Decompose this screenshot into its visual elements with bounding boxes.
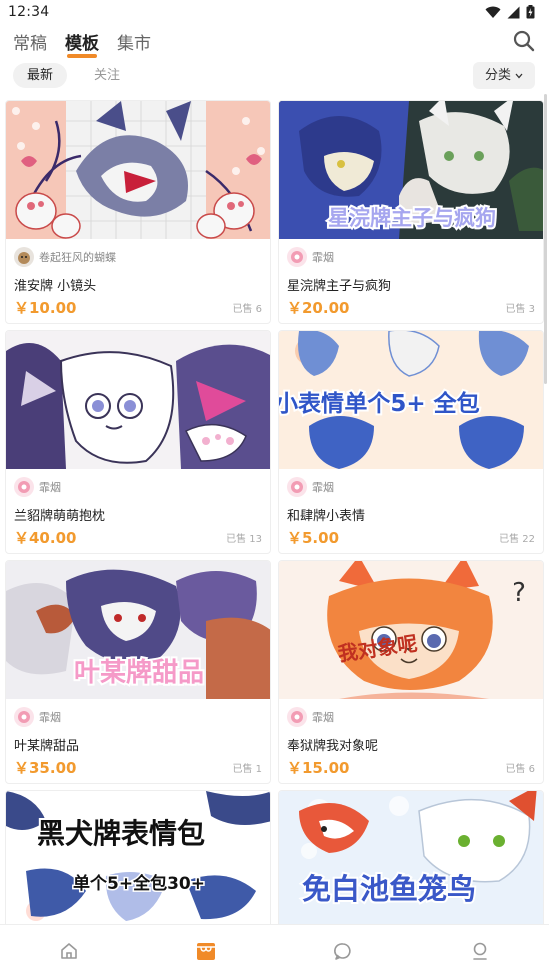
avatar: [287, 477, 307, 497]
author-row[interactable]: 霏烟: [287, 477, 334, 497]
home-icon: [60, 942, 77, 959]
card-overlay-text: 叶某牌甜品: [74, 657, 204, 688]
card-image: 叶某牌甜品: [6, 561, 270, 699]
author-name: 霏烟: [39, 481, 61, 494]
tab-market[interactable]: 集市: [117, 29, 151, 54]
card-sold-count: 已售 22: [499, 534, 535, 545]
card-image: [6, 101, 270, 239]
search-icon[interactable]: [511, 28, 537, 54]
avatar: [14, 247, 34, 267]
author-name: 霏烟: [312, 711, 334, 724]
card-overlay-text: 黑犬牌表情包: [37, 817, 205, 850]
chevron-down-icon: [515, 73, 523, 78]
template-card[interactable]: 卷起狂风的蝴蝶 淮安牌 小镜头 ￥10.00 已售 6: [5, 100, 271, 324]
card-sold-count: 已售 6: [505, 764, 535, 775]
question-mark: ?: [512, 578, 526, 608]
template-card[interactable]: 霏烟 兰貂牌萌萌抱枕 ￥40.00 已售 13: [5, 330, 271, 554]
scrollbar[interactable]: [544, 94, 547, 384]
tab-template[interactable]: 模板: [65, 29, 99, 58]
avatar: [287, 707, 307, 727]
wifi-icon: [485, 6, 501, 18]
card-title: 兰貂牌萌萌抱枕: [14, 509, 106, 524]
shop-icon: [196, 942, 215, 960]
nav-home[interactable]: [0, 925, 137, 976]
card-image: 黑犬牌表情包 单个5+全包30+: [6, 791, 270, 924]
author-name: 霏烟: [312, 481, 334, 494]
card-price: ￥5.00: [287, 529, 340, 547]
template-card[interactable]: 免白池鱼笼鸟: [278, 790, 544, 924]
card-price: ￥15.00: [287, 759, 350, 777]
nav-profile[interactable]: [412, 925, 549, 976]
author-name: 卷起狂风的蝴蝶: [39, 251, 116, 264]
card-overlay-text: 免白池鱼笼鸟: [302, 872, 476, 906]
template-grid: 卷起狂风的蝴蝶 淮安牌 小镜头 ￥10.00 已售 6 星浣牌主子与疯狗 霏烟 …: [5, 100, 545, 924]
avatar: [14, 707, 34, 727]
avatar: [287, 247, 307, 267]
template-card[interactable]: 单个5+ 全包 小表情 霏烟 和肆牌小表情 ￥5.00 已售 22: [278, 330, 544, 554]
author-row[interactable]: 霏烟: [287, 707, 334, 727]
card-sold-count: 已售 6: [232, 304, 262, 315]
signal-icon: [507, 6, 520, 18]
card-overlay-subtext: 单个5+全包30+: [73, 873, 205, 894]
battery-icon: [526, 5, 535, 19]
author-row[interactable]: 霏烟: [14, 707, 61, 727]
message-icon: [334, 942, 351, 960]
overlay-fragment: 小表情: [279, 391, 344, 417]
nav-message[interactable]: [275, 925, 412, 976]
template-card[interactable]: ? 我对象呢 霏烟 奉狱牌我对象呢 ￥15.00 已售 6: [278, 560, 544, 784]
card-price: ￥40.00: [14, 529, 77, 547]
card-title: 和肆牌小表情: [287, 509, 366, 524]
card-title: 奉狱牌我对象呢: [287, 739, 379, 754]
card-title: 叶某牌甜品: [14, 739, 80, 754]
card-image: 星浣牌主子与疯狗: [279, 101, 543, 239]
filter-follow[interactable]: 关注: [80, 63, 134, 88]
card-price: ￥10.00: [14, 299, 77, 317]
card-image: 免白池鱼笼鸟: [279, 791, 543, 924]
sort-label: 分类: [484, 68, 511, 83]
card-price: ￥35.00: [14, 759, 77, 777]
card-sold-count: 已售 13: [226, 534, 262, 545]
status-icons: [485, 5, 535, 19]
author-name: 霏烟: [39, 711, 61, 724]
card-overlay-text: 单个5+ 全包: [344, 390, 479, 417]
status-time: 12:34: [8, 4, 50, 20]
card-title: 淮安牌 小镜头: [14, 279, 97, 294]
profile-icon: [473, 942, 488, 960]
filter-latest[interactable]: 最新: [13, 63, 68, 88]
card-overlay-text: 星浣牌主子与疯狗: [328, 206, 496, 230]
template-card[interactable]: 黑犬牌表情包 单个5+全包30+: [5, 790, 271, 924]
card-sold-count: 已售 3: [505, 304, 535, 315]
card-price: ￥20.00: [287, 299, 350, 317]
card-image: [6, 331, 270, 469]
avatar: [14, 477, 34, 497]
status-bar: 12:34: [0, 0, 549, 24]
author-row[interactable]: 霏烟: [14, 477, 61, 497]
card-sold-count: 已售 1: [232, 764, 262, 775]
author-row[interactable]: 霏烟: [287, 247, 334, 267]
template-card[interactable]: 叶某牌甜品 霏烟 叶某牌甜品 ￥35.00 已售 1: [5, 560, 271, 784]
bottom-nav: [0, 924, 549, 976]
sort-dropdown[interactable]: 分类: [472, 62, 535, 89]
author-row[interactable]: 卷起狂风的蝴蝶: [14, 247, 116, 267]
author-name: 霏烟: [312, 251, 334, 264]
nav-shop[interactable]: [137, 925, 274, 976]
card-image: 单个5+ 全包 小表情: [279, 331, 543, 469]
tab-draft[interactable]: 常稿: [13, 29, 47, 54]
filter-row: 最新 关注 分类: [0, 62, 549, 90]
card-image: ? 我对象呢: [279, 561, 543, 699]
template-card[interactable]: 星浣牌主子与疯狗 霏烟 星浣牌主子与疯狗 ￥20.00 已售 3: [278, 100, 544, 324]
top-tabs: 常稿 模板 集市: [0, 26, 549, 58]
card-title: 星浣牌主子与疯狗: [287, 279, 392, 294]
